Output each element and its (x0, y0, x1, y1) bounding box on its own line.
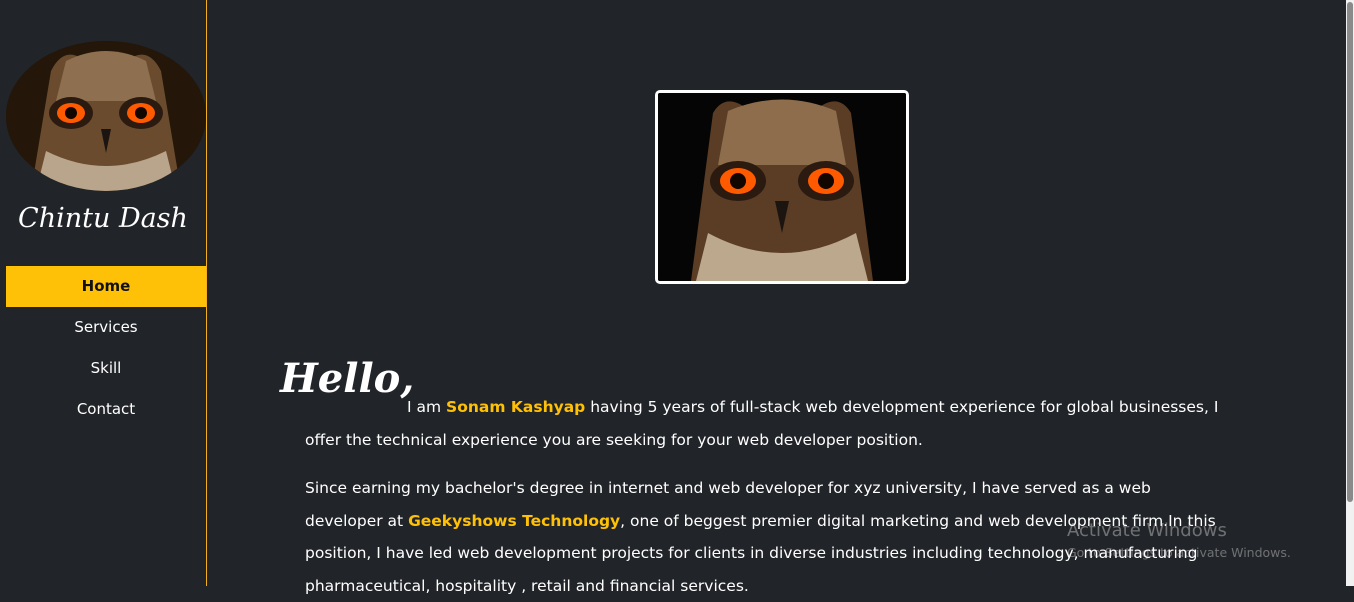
nav-item-skill[interactable]: Skill (6, 348, 206, 389)
scrollbar[interactable] (1346, 0, 1354, 586)
person-name: Sonam Kashyap (446, 398, 586, 416)
scrollbar-thumb[interactable] (1347, 2, 1353, 502)
sidebar: Chintu Dash Home Services Skill Contact (0, 0, 207, 586)
activate-windows-subtitle: Go to Settings to activate Windows. (1067, 545, 1291, 560)
main-nav: Home Services Skill Contact (6, 266, 206, 430)
owl-avatar (6, 41, 206, 191)
nav-item-home[interactable]: Home (6, 266, 206, 307)
activate-windows-title: Activate Windows (1067, 520, 1227, 541)
intro-paragraph: I am Sonam Kashyap having 5 years of ful… (305, 391, 1230, 456)
owl-icon (658, 93, 906, 281)
owl-icon (6, 41, 206, 191)
nav-item-services[interactable]: Services (6, 307, 206, 348)
company-name: Geekyshows Technology (408, 511, 621, 530)
hero-image (655, 90, 909, 284)
brand-name: Chintu Dash (18, 203, 188, 234)
intro-prefix: I am (407, 398, 447, 416)
nav-item-contact[interactable]: Contact (6, 389, 206, 430)
